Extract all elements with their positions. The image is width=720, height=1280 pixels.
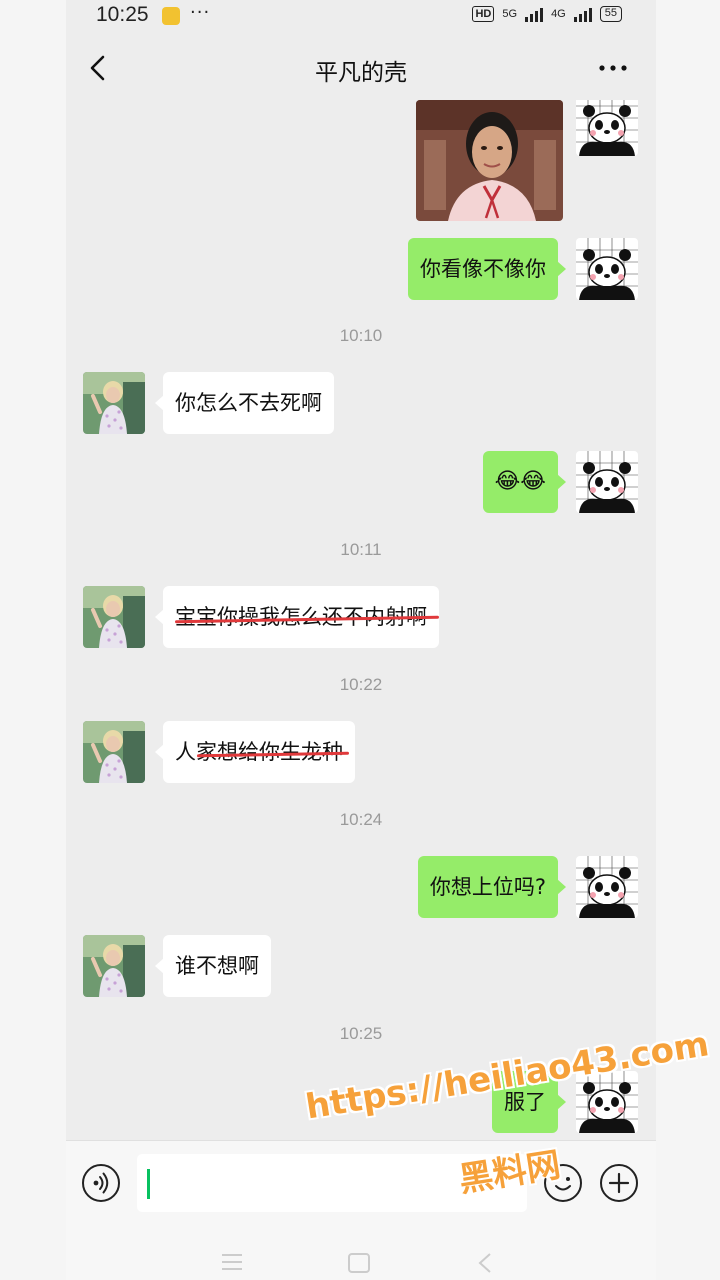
signal-icon xyxy=(573,6,592,22)
status-indicators: HD 5G 4G 55 xyxy=(472,6,622,22)
message-bubble-sent[interactable]: 😂😂 xyxy=(482,451,567,513)
voice-icon xyxy=(93,1172,109,1194)
status-time: 10:25 xyxy=(96,3,149,26)
message-timestamp: 10:11 xyxy=(340,540,382,559)
portrait-photo xyxy=(416,100,563,221)
status-bar: 10:25 ··· HD 5G 4G 55 xyxy=(66,0,656,34)
notification-app-icon xyxy=(162,7,180,25)
contact-avatar[interactable] xyxy=(83,935,145,997)
plus-icon xyxy=(608,1172,630,1194)
text-cursor xyxy=(147,1169,150,1199)
message-bubble-received[interactable]: 宝宝你操我怎么还不内射啊 xyxy=(155,586,440,648)
more-options-icon[interactable] xyxy=(598,54,628,82)
chat-message-list[interactable]: 你看像不像你 10:10 你怎么不去死啊 😂😂 10:11 宝宝你操我怎么还不内… xyxy=(66,100,656,1140)
more-functions-button[interactable] xyxy=(600,1164,638,1202)
message-bubble-sent[interactable]: 你想上位吗? xyxy=(417,856,567,918)
contact-avatar[interactable] xyxy=(83,372,145,434)
system-nav-bar xyxy=(66,1230,656,1280)
message-timestamp: 10:25 xyxy=(339,1024,383,1043)
hd-icon: HD xyxy=(472,6,495,22)
contact-avatar[interactable] xyxy=(83,586,145,648)
battery-icon: 55 xyxy=(599,6,622,22)
contact-avatar[interactable] xyxy=(83,721,145,783)
my-avatar-panda[interactable] xyxy=(576,856,638,918)
more-notifications-icon: ··· xyxy=(190,2,211,23)
input-bar xyxy=(66,1140,656,1230)
message-timestamp: 10:22 xyxy=(339,675,383,694)
home-nav-icon[interactable] xyxy=(347,1252,371,1274)
back-nav-icon[interactable] xyxy=(476,1252,496,1274)
message-bubble-received[interactable]: 谁不想啊 xyxy=(155,935,271,997)
menu-nav-icon[interactable] xyxy=(220,1252,244,1272)
chat-title: 平凡的壳 xyxy=(315,60,407,86)
message-bubble-received[interactable]: 人家想给你生龙种 xyxy=(155,721,355,783)
chat-header: 平凡的壳 xyxy=(66,36,656,100)
message-timestamp: 10:10 xyxy=(339,326,383,345)
signal-icon xyxy=(525,6,544,22)
image-message[interactable] xyxy=(416,100,563,221)
my-avatar-panda[interactable] xyxy=(576,238,638,300)
message-timestamp: 10:24 xyxy=(339,810,383,829)
network-4g-label: 4G xyxy=(551,8,566,20)
my-avatar-panda[interactable] xyxy=(576,451,638,513)
my-avatar-panda[interactable] xyxy=(576,100,638,156)
message-bubble-sent[interactable]: 你看像不像你 xyxy=(408,238,566,300)
network-5g-label: 5G xyxy=(502,8,518,20)
voice-input-button[interactable] xyxy=(82,1164,120,1202)
message-bubble-received[interactable]: 你怎么不去死啊 xyxy=(155,372,334,434)
